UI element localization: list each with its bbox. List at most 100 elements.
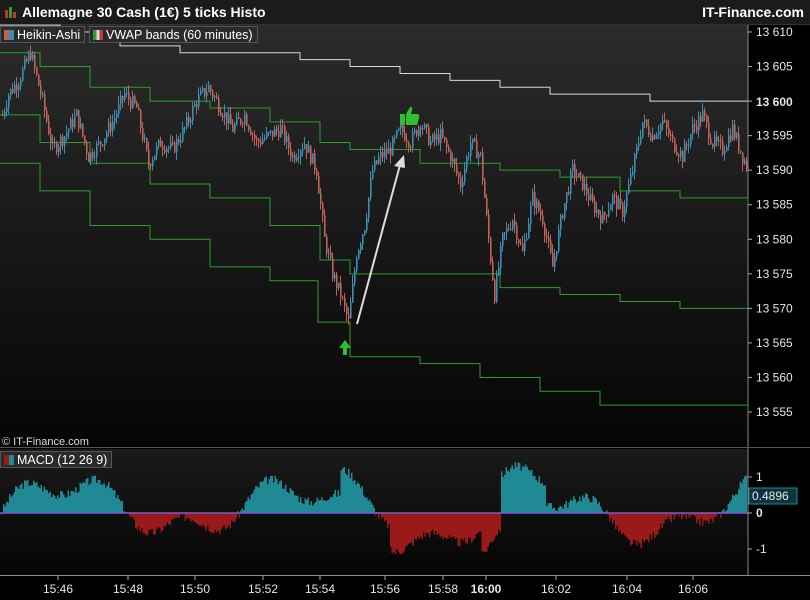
macd-bar	[304, 498, 306, 513]
candle-body	[376, 160, 378, 164]
macd-bar	[423, 513, 425, 533]
candle-body	[36, 67, 38, 75]
macd-bar	[210, 513, 212, 533]
macd-bar	[192, 513, 194, 521]
candle-body	[248, 125, 250, 130]
candle-body	[500, 245, 502, 268]
macd-bar	[729, 502, 731, 513]
candle-body	[156, 145, 158, 156]
candle-body	[480, 152, 482, 155]
candle-body	[144, 138, 146, 140]
candle-body	[188, 117, 190, 123]
candle-body	[572, 163, 574, 172]
macd-bar	[534, 475, 536, 513]
macd-bar	[457, 513, 459, 546]
macd-bar	[280, 480, 282, 513]
macd-bar	[337, 490, 339, 513]
candle-body	[136, 103, 138, 108]
candle-body	[130, 99, 132, 108]
macd-bar	[102, 484, 104, 513]
macd-bar	[214, 513, 216, 530]
macd-bar	[325, 501, 327, 513]
macd-bar	[573, 496, 575, 513]
macd-bar	[387, 513, 389, 528]
macd-bar	[480, 513, 482, 532]
candle-body	[564, 203, 566, 219]
candle-body	[708, 122, 710, 139]
macd-bar	[546, 505, 548, 513]
price-chart[interactable]: 13 610 13 605 13 600 13 595 13 590 13 585 13 5…	[0, 0, 810, 600]
candle-body	[202, 88, 204, 91]
candle-body	[462, 181, 464, 188]
legend-macd[interactable]: MACD (12 26 9)	[0, 451, 113, 468]
macd-bar	[453, 513, 455, 537]
candle-body	[378, 157, 380, 164]
macd-bar	[492, 513, 494, 542]
candle-body	[164, 149, 166, 153]
macd-bar	[372, 504, 374, 513]
heikin-label: Heikin-Ashi	[17, 28, 81, 42]
macd-bar	[609, 513, 611, 522]
macd-label: MACD (12 26 9)	[17, 453, 108, 467]
macd-bar	[367, 500, 369, 513]
macd-bar	[661, 513, 663, 529]
macd-y-tick-label: 0	[756, 506, 763, 520]
candle-body	[246, 114, 248, 126]
candle-body	[620, 198, 622, 204]
macd-bar	[699, 513, 701, 526]
macd-bar	[115, 497, 117, 513]
candle-body	[672, 135, 674, 139]
candle-body	[420, 127, 422, 130]
candle-body	[442, 129, 444, 138]
candle-body	[370, 178, 372, 198]
macd-bar	[100, 484, 102, 513]
macd-bar	[505, 467, 507, 513]
macd-bar	[421, 513, 423, 540]
candle-body	[436, 134, 438, 140]
macd-bar	[67, 490, 69, 513]
macd-bar	[255, 486, 257, 513]
candle-body	[66, 132, 68, 137]
candle-body	[466, 157, 468, 169]
candle-body	[454, 158, 456, 165]
candle-body	[186, 117, 188, 128]
legend-vwap-bands[interactable]: VWAP bands (60 minutes)	[89, 26, 258, 43]
candle-body	[118, 103, 120, 114]
candle-body	[674, 138, 676, 152]
candle-body	[610, 205, 612, 211]
legend-heikin-ashi[interactable]: Heikin-Ashi	[0, 26, 86, 43]
macd-bar	[711, 513, 713, 520]
macd-bar	[624, 513, 626, 536]
macd-bar	[588, 498, 590, 513]
macd-bar	[87, 477, 89, 513]
x-tick-label: 15:58	[428, 582, 458, 596]
candle-body	[570, 171, 572, 194]
candle-body	[274, 128, 276, 137]
macd-bar	[96, 482, 98, 513]
macd-bar	[261, 481, 263, 513]
macd-bar	[361, 486, 363, 513]
macd-bar	[25, 481, 27, 513]
candle-body	[440, 129, 442, 144]
macd-bar	[288, 493, 290, 513]
candle-body	[398, 128, 400, 131]
candle-body	[468, 155, 470, 158]
macd-bar	[516, 466, 518, 513]
macd-value-label: 0.4896	[752, 489, 789, 503]
macd-bar	[142, 513, 144, 534]
candle-body	[28, 53, 30, 62]
candle-body	[508, 228, 510, 230]
macd-bar	[708, 513, 710, 524]
candle-body	[312, 153, 314, 164]
candle-body	[452, 158, 454, 162]
macd-bar	[244, 502, 246, 513]
macd-bar	[630, 513, 632, 546]
macd-bar	[7, 502, 9, 513]
macd-bar	[93, 475, 95, 513]
macd-bar	[232, 513, 234, 522]
macd-bar	[19, 485, 21, 513]
candle-body	[746, 160, 748, 170]
macd-bar	[36, 481, 38, 513]
macd-bar	[279, 481, 281, 513]
macd-bar	[184, 513, 186, 521]
